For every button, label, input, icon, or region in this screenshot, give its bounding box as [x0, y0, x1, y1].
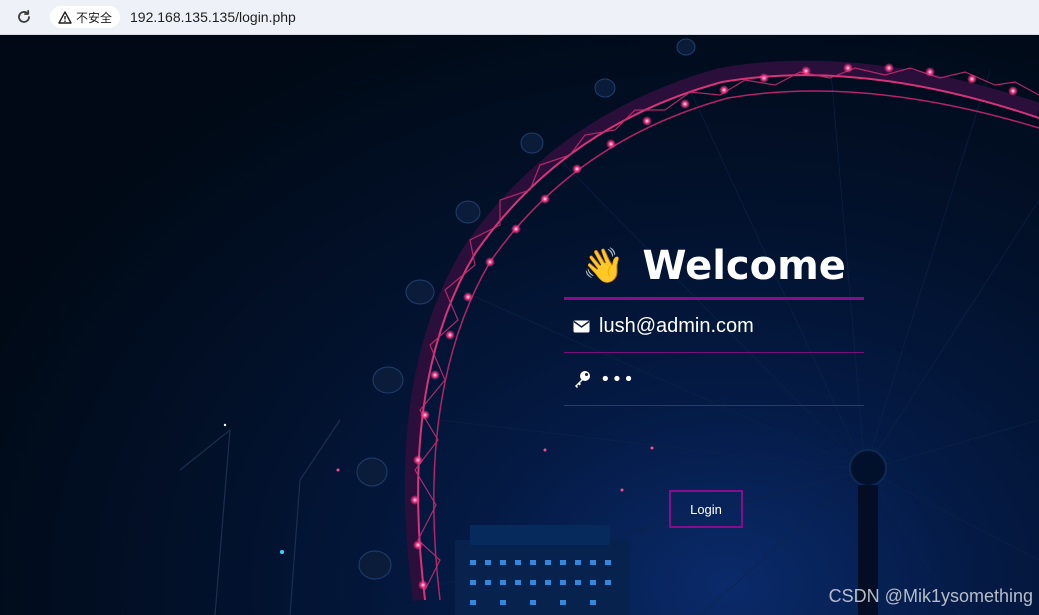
watermark-text: CSDN @Mik1ysomething: [828, 586, 1033, 606]
login-form: 👋 Welcome ••• Login: [564, 235, 864, 528]
email-row: [564, 300, 864, 353]
key-icon: [564, 370, 600, 388]
ferris-wheel-background: [179, 38, 1039, 615]
page-title: Welcome: [642, 243, 846, 289]
login-button[interactable]: Login: [669, 490, 743, 528]
waving-hand-icon: 👋: [582, 247, 625, 285]
browser-toolbar: 不安全 192.168.135.135/login.php: [0, 0, 1039, 35]
login-page: 👋 Welcome ••• Login CSD: [0, 35, 1039, 615]
email-field[interactable]: [599, 306, 864, 346]
site-security-indicator[interactable]: 不安全: [50, 6, 121, 28]
reload-button[interactable]: [12, 5, 36, 29]
warning-icon: [58, 10, 72, 24]
envelope-icon: [564, 320, 599, 333]
address-bar-url[interactable]: 192.168.135.135/login.php: [130, 9, 296, 25]
welcome-header: 👋 Welcome: [564, 235, 864, 300]
password-field[interactable]: •••: [600, 369, 864, 390]
password-row: •••: [564, 353, 864, 406]
reload-icon: [18, 9, 30, 23]
security-label: 不安全: [76, 10, 113, 25]
